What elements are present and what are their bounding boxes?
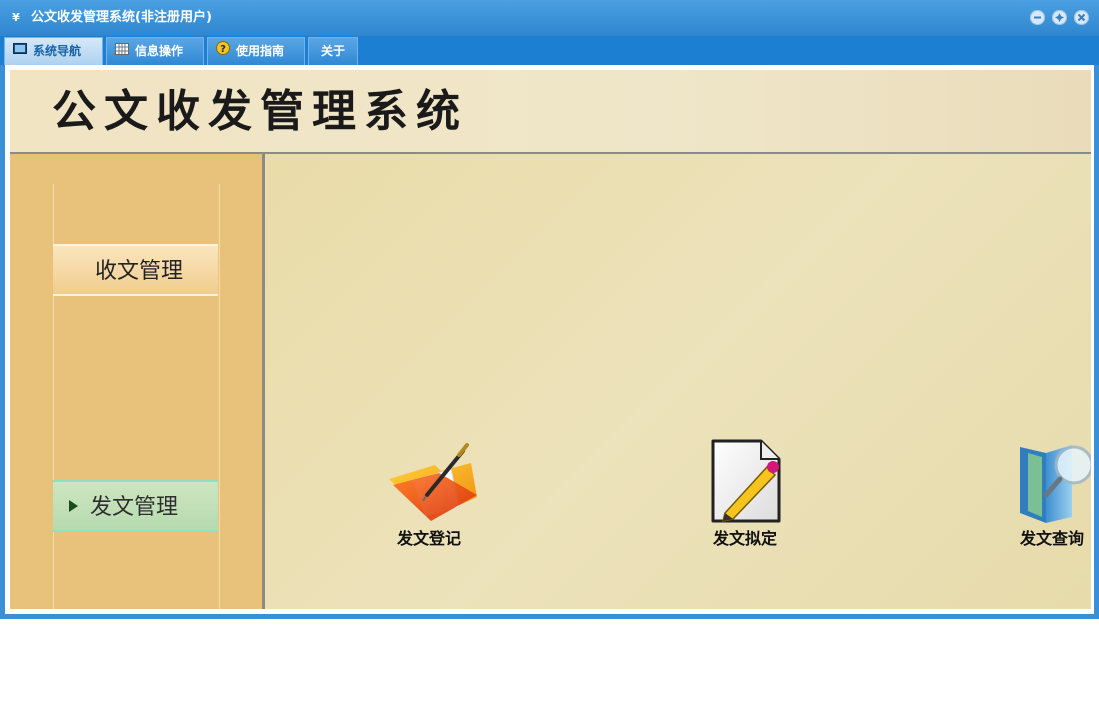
folder-pen-icon (379, 437, 479, 527)
sidebar-item-send[interactable]: 发文管理 (53, 480, 218, 532)
tab-about[interactable]: 关于 (308, 37, 358, 65)
svg-text:?: ? (220, 44, 226, 55)
sidebar-item-label: 发文管理 (90, 495, 179, 520)
close-button[interactable] (1074, 10, 1089, 25)
window-title: 公文收发管理系统(非注册用户) (31, 10, 212, 25)
function-label: 发文登记 (396, 529, 461, 548)
book-magnifier-icon (1002, 437, 1091, 527)
tab-label: 使用指南 (236, 44, 285, 58)
tab-label: 系统导航 (33, 44, 82, 58)
menu-bar: 系统导航 信息操作 ? 使用指南 关于 (0, 36, 1099, 65)
tab-info-ops[interactable]: 信息操作 (106, 37, 204, 65)
tab-label: 关于 (321, 44, 346, 58)
document-pencil-icon (695, 437, 795, 527)
maximize-icon (1055, 13, 1064, 22)
play-arrow-icon (69, 500, 78, 512)
app-icon: ¥ (12, 11, 20, 24)
sidebar-item-label: 收文管理 (95, 259, 184, 284)
page-title: 公文收发管理系统 (52, 86, 468, 137)
monitor-icon (13, 38, 27, 64)
tab-label: 信息操作 (135, 44, 184, 58)
content-area: 公文收发管理系统 收文管理 发文管理 发文登记 发文拟定 发文查询 (5, 65, 1094, 614)
minimize-button[interactable] (1030, 10, 1045, 25)
window-border (0, 614, 1099, 619)
header-banner: 公文收发管理系统 (10, 70, 1091, 154)
sidebar-item-receive[interactable]: 收文管理 (53, 244, 218, 296)
help-icon: ? (216, 38, 230, 64)
main-panel: 发文登记 发文拟定 发文查询 (265, 154, 1091, 609)
function-query[interactable]: 发文查询 (1002, 437, 1091, 549)
function-label: 发文查询 (1019, 529, 1084, 548)
tab-user-guide[interactable]: ? 使用指南 (207, 37, 305, 65)
minimize-icon (1034, 16, 1041, 19)
app-window: ¥ 公文收发管理系统(非注册用户) 系统导航 信息操作 ? 使用指南 关于 公文… (0, 0, 1099, 619)
title-bar[interactable]: ¥ 公文收发管理系统(非注册用户) (0, 0, 1099, 36)
close-icon (1077, 13, 1086, 22)
maximize-button[interactable] (1052, 10, 1067, 25)
function-draft[interactable]: 发文拟定 (695, 437, 795, 549)
function-register[interactable]: 发文登记 (379, 437, 479, 549)
tab-system-nav[interactable]: 系统导航 (4, 37, 103, 65)
sidebar: 收文管理 发文管理 (10, 154, 262, 609)
grid-icon (115, 38, 129, 64)
function-label: 发文拟定 (712, 529, 777, 548)
